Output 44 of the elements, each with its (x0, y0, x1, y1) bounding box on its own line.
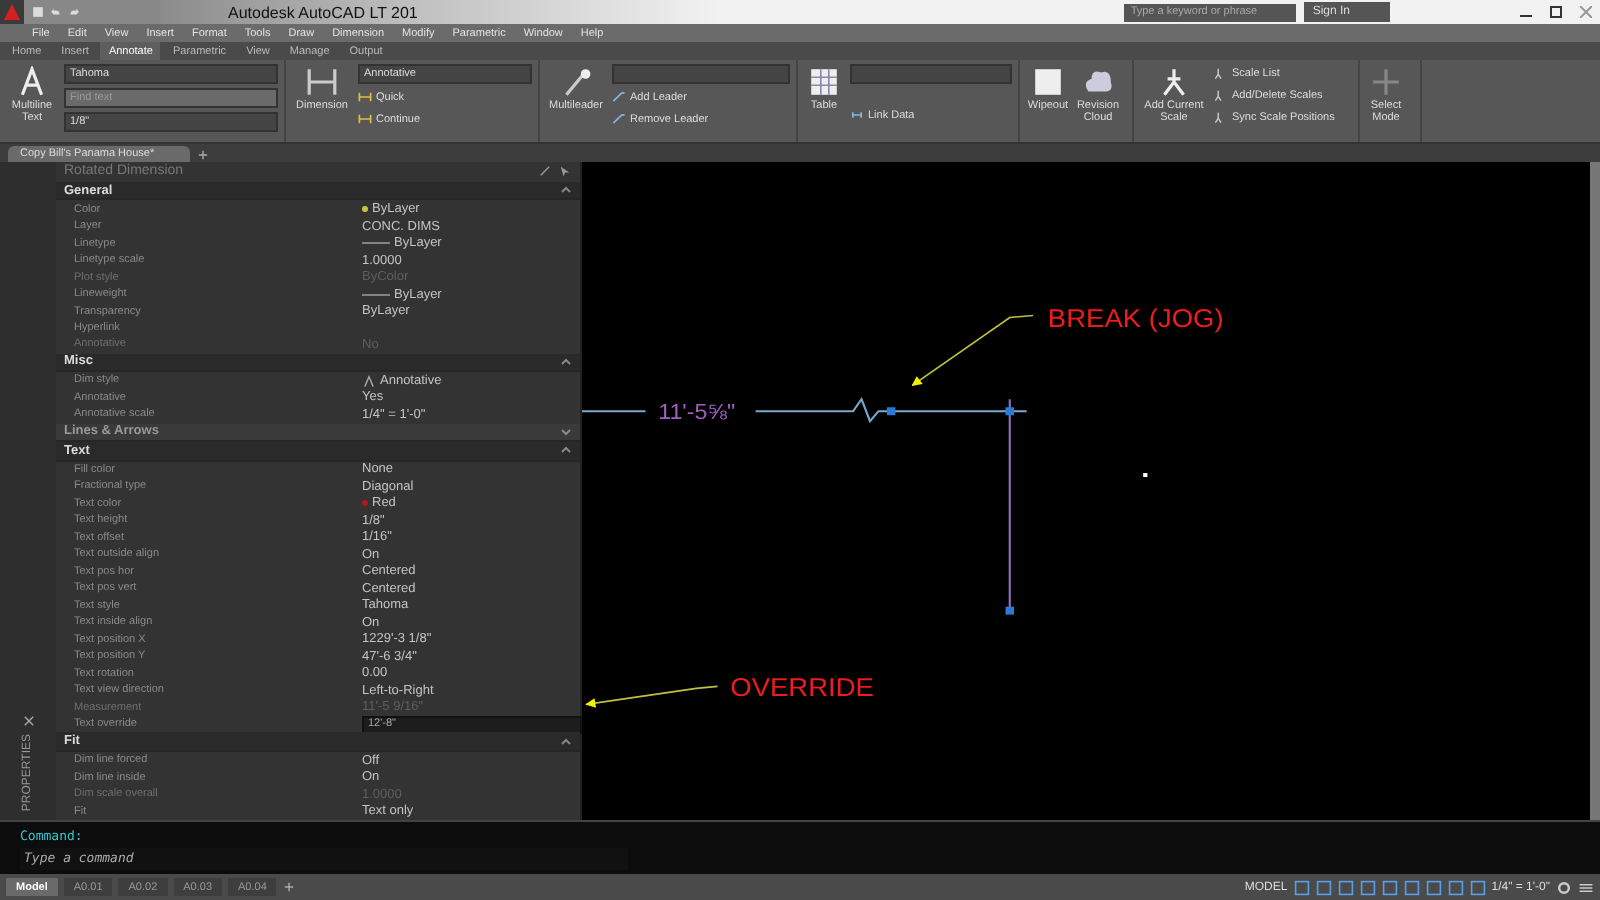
chevron-icon (560, 357, 572, 366)
gear-icon (1556, 879, 1572, 895)
drawing-canvas[interactable]: 11'-5⅝" BREAK (JOG) OVERRIDE (582, 162, 1600, 820)
grip-handle[interactable] (1005, 606, 1014, 615)
wipeout-icon (1032, 66, 1064, 98)
chevron-icon (560, 186, 572, 195)
dimension-tool-icon (358, 112, 372, 126)
new-tab-plus-icon (196, 148, 211, 162)
grip-handle[interactable] (886, 407, 896, 416)
dimension-text: 11'-5⅝" (658, 401, 736, 426)
scale-figure-icon (1158, 66, 1190, 98)
line-sample-icon (362, 240, 390, 247)
quick-select-icon (538, 164, 552, 179)
annotative-icon (362, 373, 376, 388)
table-icon (808, 66, 840, 98)
dimension-icon (306, 66, 338, 98)
annotation-label: BREAK (JOG) (1047, 304, 1224, 334)
line-sample-icon (362, 291, 390, 298)
leader-arrow (585, 685, 719, 708)
new-layout-plus-icon (282, 880, 297, 894)
leader-tool-icon (612, 90, 626, 104)
cloud-icon (1082, 66, 1114, 98)
close-icon[interactable] (1579, 6, 1591, 18)
link-icon (850, 108, 864, 122)
dimension-tool-icon (358, 90, 372, 104)
annotation-label: OVERRIDE (730, 673, 874, 703)
crosshair-icon (1370, 66, 1402, 98)
save-icon (32, 6, 44, 18)
leader-icon (560, 66, 592, 98)
point-mark (1143, 473, 1148, 478)
maximize-icon[interactable] (1549, 6, 1561, 18)
text-a-icon (16, 66, 48, 98)
menu-icon (1578, 879, 1594, 895)
window-title: Autodesk AutoCAD LT 201 (228, 3, 418, 21)
multileader-style-dropdown[interactable] (612, 64, 790, 84)
leader-arrow (911, 314, 1034, 387)
redo-icon (68, 6, 80, 18)
chevron-icon (560, 737, 572, 746)
leader-tool-icon (612, 112, 626, 126)
close-icon (21, 714, 35, 729)
grip-handle[interactable] (1005, 407, 1014, 416)
undo-icon (50, 6, 62, 18)
app-logo-icon[interactable] (0, 0, 24, 24)
select-objects-icon (558, 164, 572, 179)
